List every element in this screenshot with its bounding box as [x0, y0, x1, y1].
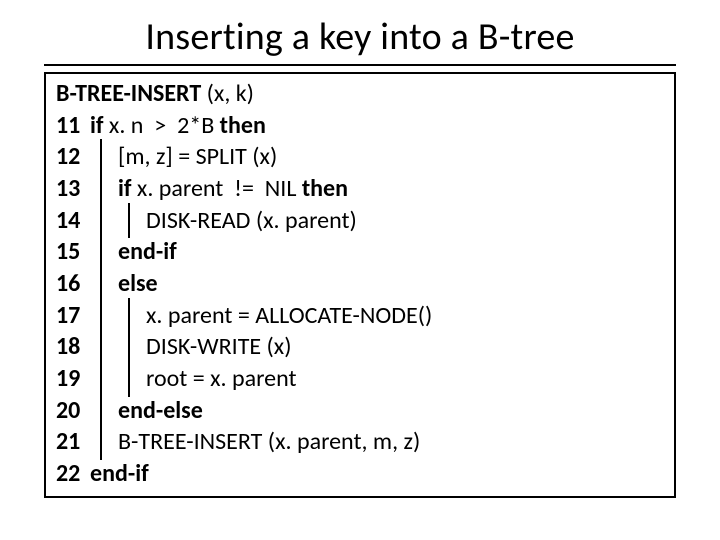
- indent-guide: [90, 236, 118, 268]
- code-line: 21 B-TREE-INSERT (x. parent, m, z): [56, 426, 664, 458]
- code-line: 16 else: [56, 268, 664, 300]
- indent-guide: [118, 205, 146, 237]
- indent-guide: [90, 331, 118, 363]
- code-text: [m, z] = SPLIT (x): [118, 141, 277, 173]
- indent-guide: [118, 331, 146, 363]
- code-lines: 11if x. n > 2*B then12 [m, z] = SPLIT (x)…: [56, 110, 664, 490]
- code-line: 15 end-if: [56, 236, 664, 268]
- procedure-name: B-TREE-INSERT: [56, 79, 201, 108]
- code-line: 18 DISK-WRITE (x): [56, 331, 664, 363]
- indent-guide: [90, 426, 118, 458]
- line-number: 11: [56, 110, 90, 142]
- slide-title: Inserting a key into a B-tree: [0, 0, 720, 64]
- indent-guide: [90, 363, 118, 395]
- line-number: 17: [56, 300, 90, 332]
- procedure-args: (x, k): [201, 79, 254, 108]
- code-line: 22end-if: [56, 458, 664, 490]
- code-text: if x. parent != NIL then: [118, 173, 348, 205]
- code-text: B-TREE-INSERT (x. parent, m, z): [118, 426, 420, 458]
- indent-guide: [118, 363, 146, 395]
- line-number: 22: [56, 458, 90, 490]
- indent-guide: [90, 268, 118, 300]
- code-line: 12 [m, z] = SPLIT (x): [56, 141, 664, 173]
- code-text: end-if: [118, 236, 177, 268]
- code-line: 13 if x. parent != NIL then: [56, 173, 664, 205]
- procedure-header: B-TREE-INSERT (x, k): [56, 78, 664, 110]
- code-text: else: [118, 268, 158, 300]
- line-number: 12: [56, 141, 90, 173]
- code-text: DISK-READ (x. parent): [146, 205, 357, 237]
- code-line: 20 end-else: [56, 395, 664, 427]
- code-text: end-else: [118, 395, 203, 427]
- code-line: 17 x. parent = ALLOCATE-NODE(): [56, 300, 664, 332]
- line-number: 13: [56, 173, 90, 205]
- code-text: if x. n > 2*B then: [90, 110, 266, 142]
- code-line: 14 DISK-READ (x. parent): [56, 205, 664, 237]
- indent-guide: [118, 300, 146, 332]
- indent-guide: [90, 141, 118, 173]
- indent-guide: [90, 300, 118, 332]
- slide: { "title": "Inserting a key into a B-tre…: [0, 0, 720, 540]
- line-number: 19: [56, 363, 90, 395]
- title-underline: [44, 64, 676, 66]
- code-text: root = x. parent: [146, 363, 297, 395]
- code-text: end-if: [90, 458, 149, 490]
- code-text: x. parent = ALLOCATE-NODE(): [146, 300, 432, 332]
- indent-guide: [90, 173, 118, 205]
- line-number: 15: [56, 236, 90, 268]
- code-line: 11if x. n > 2*B then: [56, 110, 664, 142]
- line-number: 21: [56, 426, 90, 458]
- indent-guide: [90, 205, 118, 237]
- line-number: 14: [56, 205, 90, 237]
- code-text: DISK-WRITE (x): [146, 331, 291, 363]
- line-number: 20: [56, 395, 90, 427]
- indent-guide: [90, 395, 118, 427]
- line-number: 18: [56, 331, 90, 363]
- code-line: 19 root = x. parent: [56, 363, 664, 395]
- line-number: 16: [56, 268, 90, 300]
- pseudocode-box: B-TREE-INSERT (x, k) 11if x. n > 2*B the…: [44, 72, 676, 498]
